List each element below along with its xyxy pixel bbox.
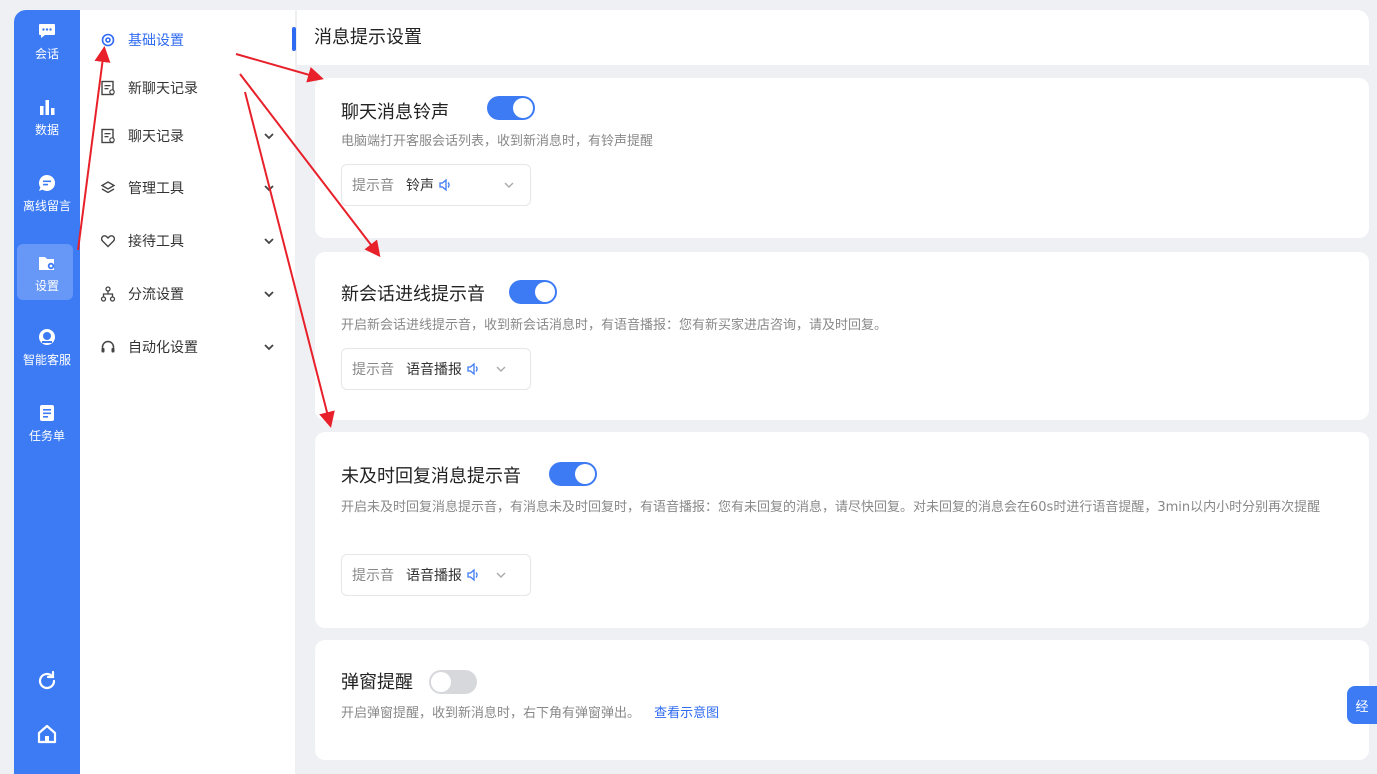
floating-side-button[interactable]: 经 xyxy=(1347,686,1377,724)
chat-ringtone-toggle[interactable] xyxy=(487,96,535,120)
menu-item-chat-records[interactable]: 聊天记录 xyxy=(80,116,295,156)
setting-description: 电脑端打开客服会话列表，收到新消息时，有铃声提醒 xyxy=(341,134,654,149)
message-icon xyxy=(39,174,56,191)
setting-description: 开启未及时回复消息提示音，有消息未及时回复时，有语音播报：您有未回复的消息，请尽… xyxy=(341,500,1321,515)
layers-icon xyxy=(100,181,116,194)
menu-item-label: 接待工具 xyxy=(128,234,184,250)
rail-label: 任务单 xyxy=(28,428,65,443)
setting-card-chat-ringtone: 聊天消息铃声 电脑端打开客服会话列表，收到新消息时，有铃声提醒 提示音 铃声 xyxy=(315,78,1369,238)
tone-select[interactable]: 提示音 铃声 xyxy=(341,164,531,206)
rail-item-chat[interactable]: 会话 xyxy=(14,10,80,72)
headset-icon xyxy=(101,340,115,353)
home-button[interactable] xyxy=(32,719,62,749)
rail-item-settings[interactable]: 设置 xyxy=(14,242,80,304)
robot-icon xyxy=(39,328,55,345)
select-value: 语音播报 xyxy=(406,362,462,378)
chevron-down-icon xyxy=(496,572,506,578)
chat-bubble-icon xyxy=(39,23,55,38)
popup-reminder-toggle[interactable] xyxy=(429,670,477,694)
setting-title: 弹窗提醒 xyxy=(341,672,413,693)
tone-select[interactable]: 提示音 语音播报 xyxy=(341,348,531,390)
chevron-down-icon xyxy=(264,185,274,192)
view-diagram-link[interactable]: 查看示意图 xyxy=(654,706,719,721)
chevron-down-icon xyxy=(264,238,274,245)
menu-item-label: 聊天记录 xyxy=(128,129,184,145)
rail-label: 智能客服 xyxy=(22,352,71,367)
left-nav-rail: 会话 数据 离线留言 设置 智能客服 任务单 xyxy=(14,10,86,774)
speaker-icon[interactable] xyxy=(466,568,480,582)
menu-item-basic-settings[interactable]: 基础设置 xyxy=(80,20,295,60)
speaker-icon[interactable] xyxy=(438,178,452,192)
setting-card-new-session-tone: 新会话进线提示音 开启新会话进线提示音，收到新会话消息时，有语音播报：您有新买家… xyxy=(315,252,1369,420)
record-icon xyxy=(101,128,115,144)
select-value: 语音播报 xyxy=(406,568,462,584)
speaker-icon[interactable] xyxy=(466,362,480,376)
select-label: 提示音 xyxy=(352,362,394,378)
select-label: 提示音 xyxy=(352,568,394,584)
setting-title: 未及时回复消息提示音 xyxy=(341,466,521,487)
settings-menu: 基础设置 新聊天记录 聊天记录 管理工具 接待工具 分流设置 自动化设置 xyxy=(80,10,295,774)
heart-icon xyxy=(100,235,116,248)
gear-icon xyxy=(101,33,115,47)
chevron-down-icon xyxy=(264,344,274,351)
rail-label: 离线留言 xyxy=(22,198,71,213)
rail-label: 设置 xyxy=(34,278,59,293)
setting-card-popup-reminder: 弹窗提醒 开启弹窗提醒，收到新消息时，右下角有弹窗弹出。 查看示意图 xyxy=(315,640,1369,760)
rail-label: 数据 xyxy=(34,122,59,137)
main-content: 消息提示设置 聊天消息铃声 电脑端打开客服会话列表，收到新消息时，有铃声提醒 提… xyxy=(292,10,1369,774)
menu-item-label: 新聊天记录 xyxy=(128,81,198,97)
task-list-icon xyxy=(40,404,54,421)
settings-folder-icon xyxy=(39,256,55,270)
home-icon xyxy=(37,724,57,744)
menu-item-automation-settings[interactable]: 自动化设置 xyxy=(80,327,295,367)
rail-item-smart-service[interactable]: 智能客服 xyxy=(14,316,80,378)
rail-item-offline-message[interactable]: 离线留言 xyxy=(14,162,80,224)
menu-item-label: 基础设置 xyxy=(128,33,184,49)
chevron-down-icon xyxy=(264,133,274,140)
menu-item-routing-settings[interactable]: 分流设置 xyxy=(80,274,295,314)
setting-description: 开启弹窗提醒，收到新消息时，右下角有弹窗弹出。 查看示意图 xyxy=(341,702,1371,726)
chevron-down-icon xyxy=(496,366,506,372)
page-title: 消息提示设置 xyxy=(314,27,422,48)
setting-title: 新会话进线提示音 xyxy=(341,284,485,305)
late-reply-tone-toggle[interactable] xyxy=(549,462,597,486)
chevron-down-icon xyxy=(264,291,274,298)
refresh-button[interactable] xyxy=(32,666,62,696)
description-text: 开启弹窗提醒，收到新消息时，右下角有弹窗弹出。 xyxy=(341,706,641,721)
menu-item-new-chat-records[interactable]: 新聊天记录 xyxy=(80,68,295,108)
page-header: 消息提示设置 xyxy=(292,10,1369,65)
rail-item-data[interactable]: 数据 xyxy=(14,86,80,148)
new-session-tone-toggle[interactable] xyxy=(509,280,557,304)
setting-card-late-reply-tone: 未及时回复消息提示音 开启未及时回复消息提示音，有消息未及时回复时，有语音播报：… xyxy=(315,432,1369,628)
menu-item-label: 管理工具 xyxy=(128,181,184,197)
record-icon xyxy=(101,80,115,96)
menu-item-management-tools[interactable]: 管理工具 xyxy=(80,168,295,208)
sitemap-icon xyxy=(100,286,116,302)
bar-chart-icon xyxy=(40,99,55,115)
chevron-down-icon xyxy=(504,182,514,188)
menu-item-label: 分流设置 xyxy=(128,287,184,303)
select-value: 铃声 xyxy=(406,178,434,194)
select-label: 提示音 xyxy=(352,178,394,194)
menu-item-reception-tools[interactable]: 接待工具 xyxy=(80,221,295,261)
setting-description: 开启新会话进线提示音，收到新会话消息时，有语音播报：您有新买家进店咨询，请及时回… xyxy=(341,318,888,333)
rail-item-task-list[interactable]: 任务单 xyxy=(14,392,80,454)
setting-title: 聊天消息铃声 xyxy=(341,102,449,123)
rail-label: 会话 xyxy=(34,46,59,61)
tone-select[interactable]: 提示音 语音播报 xyxy=(341,554,531,596)
menu-item-label: 自动化设置 xyxy=(128,340,198,356)
refresh-icon xyxy=(38,670,56,690)
title-accent-bar xyxy=(292,27,296,51)
